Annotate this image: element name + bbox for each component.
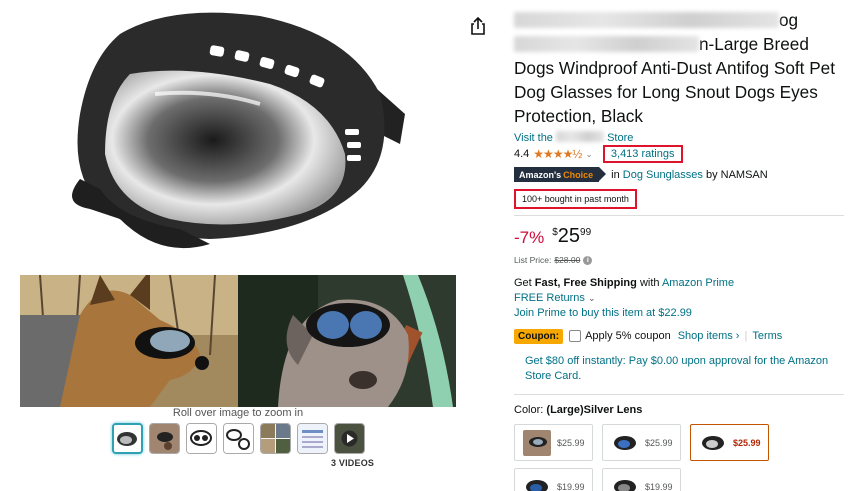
redacted-store-name [556, 131, 604, 142]
thumbnail-goggles-parts[interactable] [223, 423, 254, 454]
thumbnail-size-chart[interactable] [297, 423, 328, 454]
divider [514, 215, 844, 216]
main-product-image[interactable] [60, 4, 420, 266]
share-icon[interactable] [468, 16, 488, 36]
thumbnail-dog-wearing[interactable] [149, 423, 180, 454]
swatch-image [523, 429, 551, 456]
thumbnail-goggles-front[interactable] [112, 423, 143, 454]
chevron-down-icon: ⌄ [587, 293, 596, 303]
list-price: List Price: $28.00 i [514, 255, 844, 265]
price-row: -7% $ 25 99 [514, 225, 844, 249]
coupon-row: Coupon: Apply 5% coupon Shop items › | T… [514, 327, 844, 345]
product-details: og n-Large Breed Dogs Windproof Anti-Dus… [514, 0, 844, 491]
swatch-image [611, 429, 639, 456]
separator: | [744, 330, 748, 342]
amazons-choice-row: Amazon's Choice in Dog Sunglasses by NAMS… [514, 167, 844, 182]
redacted-title-part [514, 12, 779, 28]
zoom-hint: Roll over image to zoom in [172, 407, 304, 419]
store-link[interactable]: Visit the Store [514, 131, 844, 144]
shop-items-link[interactable]: Shop items › [678, 330, 740, 342]
bought-past-month-badge: 100+ bought in past month [514, 189, 637, 209]
lifestyle-photo-strip [20, 275, 456, 407]
photo-hound-wearing-goggles [238, 275, 456, 407]
free-returns-link[interactable]: FREE Returns ⌄ [514, 291, 844, 306]
amazon-prime-link[interactable]: Amazon Prime [662, 277, 734, 289]
apply-coupon-checkbox[interactable] [569, 330, 582, 342]
star-rating-icon[interactable]: ★★★★½ [533, 147, 582, 161]
videos-count-label[interactable]: 3 VIDEOS [331, 458, 374, 468]
current-price: $ 25 99 [552, 225, 592, 247]
shipping-info: Get Fast, Free Shipping with Amazon Prim… [514, 276, 844, 321]
selected-color: (Large)Silver Lens [546, 404, 643, 416]
redacted-title-part [514, 36, 699, 52]
color-swatch-grid: $25.99 $25.99 $25.99 $19.99 $19.99 [514, 424, 844, 491]
swatch-image [611, 473, 639, 491]
color-label: Color: (Large)Silver Lens [514, 404, 643, 416]
thumbnail-lifestyle-grid[interactable] [260, 423, 291, 454]
rating-row: 4.4 ★★★★½ ⌄ 3,413 ratings [514, 145, 844, 163]
color-swatch-selected[interactable]: $25.99 [690, 424, 769, 461]
swatch-image [699, 429, 727, 456]
terms-link[interactable]: Terms [752, 330, 782, 342]
color-swatch[interactable]: $25.99 [514, 424, 593, 461]
choice-category-text: in Dog Sunglasses by NAMSAN [611, 168, 768, 181]
apply-coupon-label[interactable]: Apply 5% coupon [585, 330, 671, 342]
coupon-badge: Coupon: [514, 328, 564, 344]
join-prime-link[interactable]: Join Prime to buy this item at $22.99 [514, 306, 844, 321]
divider [514, 394, 844, 395]
photo-shepherd-wearing-goggles [20, 275, 238, 407]
chevron-down-icon[interactable]: ⌄ [585, 149, 593, 160]
swatch-image [523, 473, 551, 491]
store-card-offer-link[interactable]: Get $80 off instantly: Pay $0.00 upon ap… [525, 354, 837, 384]
choice-category-link[interactable]: Dog Sunglasses [623, 169, 703, 181]
rating-value: 4.4 [514, 148, 530, 160]
info-icon[interactable]: i [583, 255, 593, 265]
thumbnail-goggles-outline[interactable] [186, 423, 217, 454]
thumbnail-video[interactable] [334, 423, 365, 454]
ratings-count-link[interactable]: 3,413 ratings [602, 145, 683, 163]
thumbnail-strip [112, 423, 365, 454]
color-swatch[interactable]: $19.99 [514, 468, 593, 491]
color-swatch[interactable]: $19.99 [602, 468, 681, 491]
amazons-choice-badge[interactable]: Amazon's Choice [514, 167, 607, 182]
color-swatch[interactable]: $25.99 [602, 424, 681, 461]
product-title: og n-Large Breed Dogs Windproof Anti-Dus… [514, 10, 835, 126]
discount-percent: -7% [514, 228, 545, 247]
